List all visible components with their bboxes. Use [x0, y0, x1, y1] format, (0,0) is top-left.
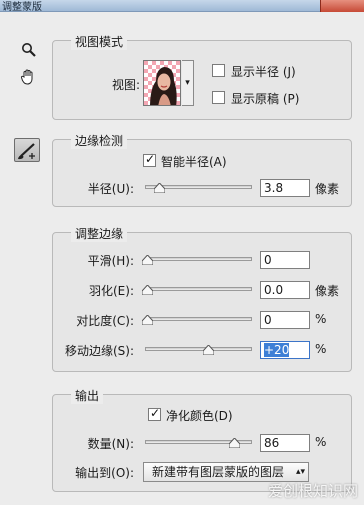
feather-slider-thumb[interactable]: [142, 285, 153, 295]
show-original-checkbox[interactable]: [212, 91, 225, 104]
smooth-slider-thumb[interactable]: [142, 255, 153, 265]
window-title: 调整蒙版: [2, 2, 42, 13]
contrast-slider[interactable]: [145, 317, 252, 321]
shift-edge-slider-thumb[interactable]: [202, 345, 214, 355]
smart-radius-label: 智能半径(A): [161, 155, 227, 169]
hand-icon[interactable]: [19, 68, 37, 86]
show-radius-label: 显示半径 (J): [231, 65, 296, 79]
contrast-slider-thumb[interactable]: [142, 315, 153, 325]
smooth-input[interactable]: 0: [260, 251, 310, 269]
watermark: 爱创根知识网: [267, 482, 358, 500]
checkmark-icon: ✓: [145, 152, 156, 166]
radius-slider-thumb[interactable]: [154, 183, 166, 193]
smooth-slider[interactable]: [145, 257, 252, 261]
radius-label: 半径(U):: [87, 182, 134, 196]
output-to-value: 新建带有图层蒙版的图层: [152, 465, 285, 479]
smooth-label: 平滑(H):: [87, 254, 134, 268]
amount-unit: %: [315, 435, 327, 449]
view-mode-group: 视图模式: [52, 33, 352, 120]
radius-unit: 像素: [315, 182, 340, 196]
refine-radius-brush-icon[interactable]: [14, 138, 40, 162]
view-dropdown-arrow[interactable]: ▾: [182, 60, 194, 106]
close-button[interactable]: [320, 0, 364, 12]
updown-arrow-icon: ▴▾: [295, 467, 305, 477]
feather-label: 羽化(E):: [89, 284, 134, 298]
checkmark-icon: ✓: [150, 406, 161, 420]
decontaminate-colors-label: 净化颜色(D): [166, 409, 233, 423]
radius-input[interactable]: 3.8: [260, 179, 310, 197]
shift-edge-input[interactable]: +20: [260, 341, 310, 359]
contrast-unit: %: [315, 312, 327, 326]
shift-edge-value: +20: [264, 343, 290, 357]
amount-slider-thumb[interactable]: [228, 438, 240, 448]
shift-edge-unit: %: [315, 342, 327, 356]
amount-label: 数量(N):: [87, 437, 134, 451]
adjust-edge-title: 调整边缘: [71, 225, 128, 242]
decontaminate-colors-checkbox[interactable]: ✓: [148, 406, 161, 421]
show-original-label: 显示原稿 (P): [231, 92, 300, 106]
output-title: 输出: [71, 387, 104, 404]
amount-input[interactable]: 86: [260, 434, 310, 452]
feather-slider[interactable]: [145, 287, 252, 291]
smart-radius-checkbox[interactable]: ✓: [143, 152, 156, 167]
feather-input[interactable]: 0.0: [260, 281, 310, 299]
zoom-icon[interactable]: [20, 42, 38, 60]
contrast-input[interactable]: 0: [260, 311, 310, 329]
output-to-label: 输出到(O):: [75, 466, 134, 480]
contrast-label: 对比度(C):: [76, 314, 134, 328]
output-to-select[interactable]: 新建带有图层蒙版的图层 ▴▾: [143, 462, 309, 482]
feather-unit: 像素: [315, 284, 340, 298]
edge-detection-title: 边缘检测: [71, 132, 128, 149]
shift-edge-slider[interactable]: [145, 347, 252, 351]
view-mode-title: 视图模式: [71, 33, 128, 50]
view-label: 视图:: [111, 78, 140, 92]
title-bar: 调整蒙版: [0, 0, 364, 13]
shift-edge-label: 移动边缘(S):: [64, 344, 134, 358]
show-radius-checkbox[interactable]: [212, 64, 225, 77]
view-thumbnail[interactable]: [143, 60, 181, 106]
